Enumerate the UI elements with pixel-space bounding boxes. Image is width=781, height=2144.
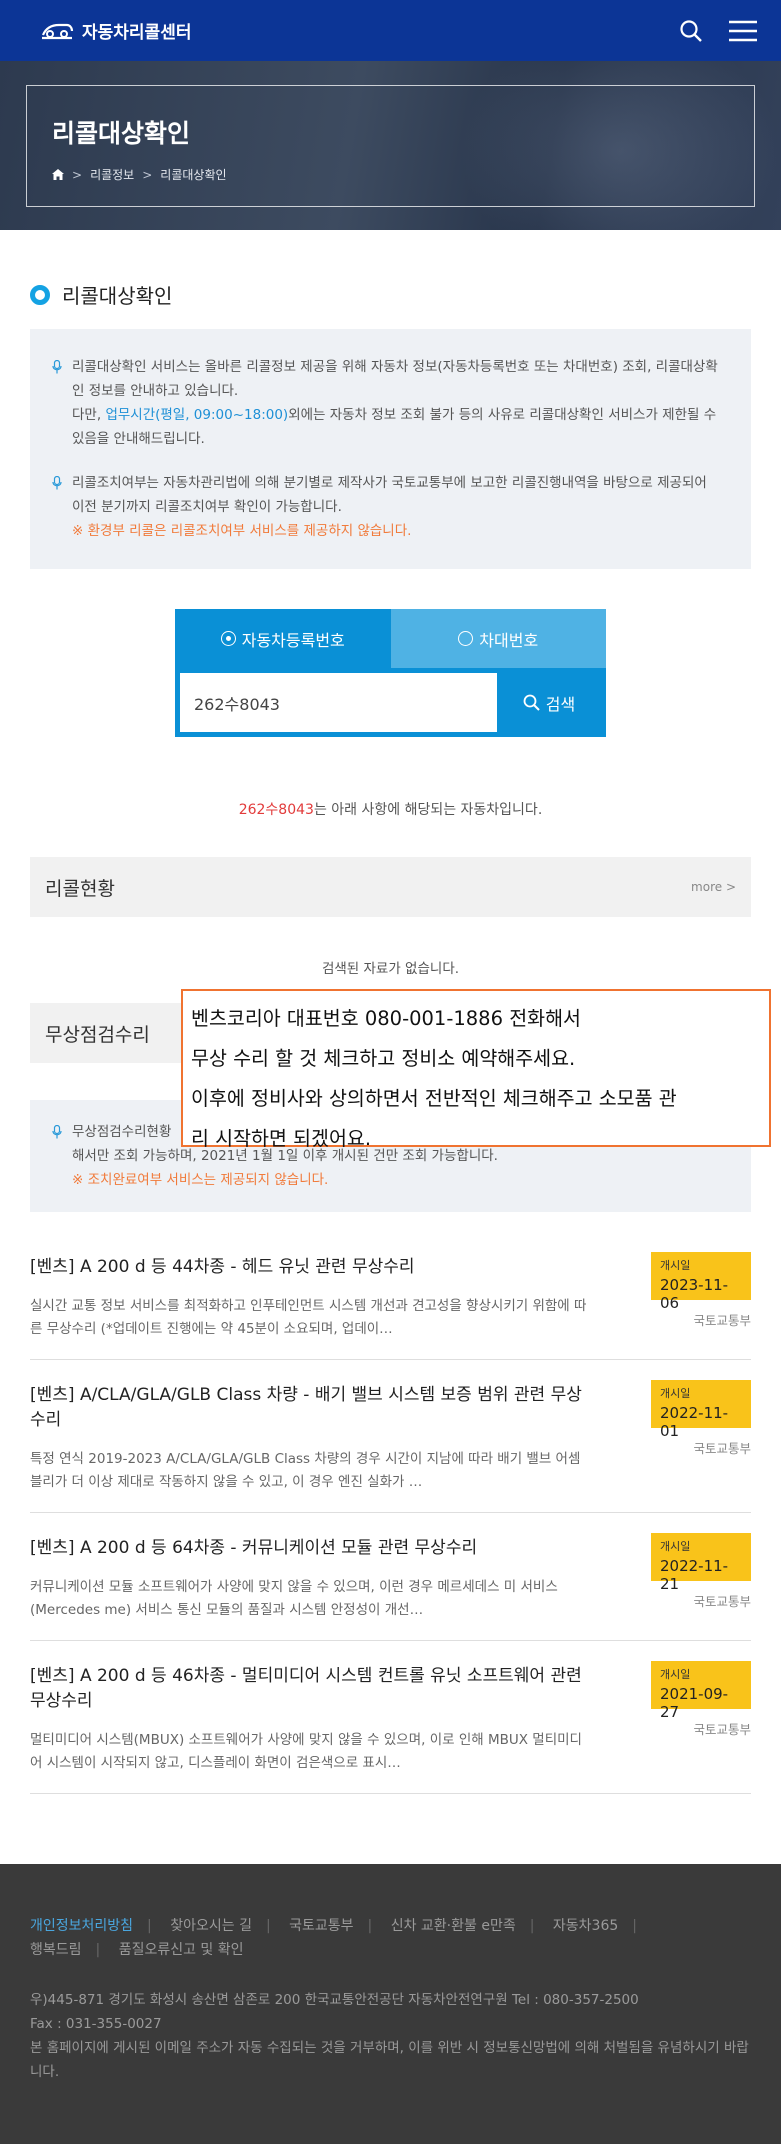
logo-text: 자동차리콜센터 [82,23,192,43]
start-date-badge: 개시일 2022-11-21 [651,1533,751,1593]
warning-text: ※ 조치완료여부 서비스는 제공되지 않습니다. [72,1172,329,1188]
footer-link-car365[interactable]: 자동차365 [553,1918,618,1934]
recall-status-title: 리콜현황 [45,877,115,900]
tab-label: 자동차등록번호 [241,630,345,650]
badge-date: 2021-09-27 [660,1685,729,1721]
start-date-badge: 개시일 2021-09-27 [651,1661,751,1721]
breadcrumb-item[interactable]: 리콜대상확인 [160,166,226,183]
badge-date: 2022-11-21 [660,1557,729,1593]
memo-line: 리 시작하면 되겠어요. [191,1127,372,1150]
business-hours-text: 업무시간(평일, 09:00~18:00) [105,407,289,423]
search-button-label: 검색 [545,694,576,714]
notice-text: 리콜조치여부는 자동차관리법에 의해 분기별로 제작사가 국토교통부에 보고한 … [72,475,707,515]
badge-label: 개시일 [660,1259,691,1272]
badge-label: 개시일 [660,1387,691,1400]
breadcrumb: > 리콜정보 > 리콜대상확인 [52,166,754,183]
footer-link-quality-report[interactable]: 품질오류신고 및 확인 [119,1942,244,1958]
search-icon [523,694,540,711]
search-icon[interactable] [679,19,703,43]
section-heading: 리콜대상확인 [30,280,781,309]
info-notice: 리콜대상확인 서비스는 올바른 리콜정보 제공을 위해 자동차 정보(자동차등록… [30,329,751,569]
microphone-icon [52,360,62,374]
footer-link-happydream[interactable]: 행복드림 [30,1942,82,1958]
item-description: 멀티미디어 시스템(MBUX) 소프트웨어가 사양에 맞지 않을 수 있으며, … [30,1732,582,1771]
footer-link-privacy[interactable]: 개인정보처리방침 [30,1918,133,1934]
start-date-badge: 개시일 2023-11-06 [651,1252,751,1312]
recall-status-header: 리콜현황 more > [30,857,751,917]
result-plate: 262수8043 [238,802,314,818]
item-description: 실시간 교통 정보 서비스를 최적화하고 인푸테인먼트 시스템 개선과 견고성을… [30,1298,587,1337]
item-description: 특정 연식 2019-2023 A/CLA/GLA/GLB Class 차량의 … [30,1451,581,1490]
result-suffix: 는 아래 사항에 해당되는 자동차입니다. [313,802,543,818]
item-title[interactable]: [벤츠] A/CLA/GLA/GLB Class 차량 - 배기 밸브 시스템 … [30,1380,590,1430]
page-title: 리콜대상확인 [52,119,191,148]
free-repair-list: [벤츠] A 200 d 등 44차종 - 헤드 유닛 관련 무상수리 실시간 … [30,1252,751,1794]
item-title[interactable]: [벤츠] A 200 d 등 64차종 - 커뮤니케이션 모듈 관련 무상수리 [30,1533,590,1558]
chevron-right-icon: > [72,167,83,182]
microphone-icon [52,476,62,490]
tab-vin[interactable]: 차대번호 [390,609,606,668]
search-type-tabs: 자동차등록번호 차대번호 [175,609,606,668]
list-item[interactable]: [벤츠] A 200 d 등 64차종 - 커뮤니케이션 모듈 관련 무상수리 … [30,1513,751,1641]
item-organization: 국토교통부 [693,1313,751,1328]
memo-line: 벤츠코리아 대표번호 080-001-1886 전화해서 [191,1007,581,1030]
vehicle-search-box: 자동차등록번호 차대번호 검색 [175,609,606,737]
badge-date: 2022-11-01 [660,1404,729,1440]
notice-paragraph: 리콜조치여부는 자동차관리법에 의해 분기별로 제작사가 국토교통부에 보고한 … [52,471,721,543]
fax-text: Fax : 031-355-0027 [30,2016,162,2032]
list-item[interactable]: [벤츠] A 200 d 등 46차종 - 멀티미디어 시스템 컨트롤 유닛 소… [30,1641,751,1794]
car-logo-icon [41,23,74,39]
item-title[interactable]: [벤츠] A 200 d 등 44차종 - 헤드 유닛 관련 무상수리 [30,1252,590,1277]
list-item[interactable]: [벤츠] A 200 d 등 44차종 - 헤드 유닛 관련 무상수리 실시간 … [30,1252,751,1360]
item-description: 커뮤니케이션 모듈 소프트웨어가 사양에 맞지 않을 수 있으며, 이런 경우 … [30,1579,558,1618]
plate-number-input[interactable] [180,673,497,732]
memo-line: 무상 수리 할 것 체크하고 정비소 예약해주세요. [191,1047,576,1070]
footer-link-directions[interactable]: 찾아오시는 길 [170,1918,252,1934]
radio-unchecked-icon [458,631,474,646]
footer-links: 개인정보처리방침 | 찾아오시는 길 | 국토교통부 | 신차 교환·환불 e만족 | … [30,1918,637,1958]
chevron-right-icon: > [142,167,153,182]
free-repair-title: 무상점검수리 [45,1023,150,1046]
more-link[interactable]: more > [691,880,736,894]
item-organization: 국토교통부 [693,1722,751,1737]
warning-text: ※ 환경부 리콜은 리콜조치여부 서비스를 제공하지 않습니다. [72,523,412,539]
site-footer: 개인정보처리방침 | 찾아오시는 길 | 국토교통부 | 신차 교환·환불 e만족 | … [0,1864,781,2144]
radio-checked-icon [220,631,236,646]
top-navbar: 자동차리콜센터 [0,0,781,61]
list-item[interactable]: [벤츠] A/CLA/GLA/GLB Class 차량 - 배기 밸브 시스템 … [30,1360,751,1513]
item-organization: 국토교통부 [693,1594,751,1609]
address-text: 우)445-871 경기도 화성시 송산면 삼존로 200 한국교통안전공단 자… [30,1992,639,2008]
memo-overlay: 벤츠코리아 대표번호 080-001-1886 전화해서 무상 수리 할 것 체… [181,989,771,1150]
search-button[interactable]: 검색 [497,673,601,732]
bullet-circle-icon [30,284,50,305]
start-date-badge: 개시일 2022-11-01 [651,1380,751,1440]
item-organization: 국토교통부 [693,1441,751,1456]
item-title[interactable]: [벤츠] A 200 d 등 46차종 - 멀티미디어 시스템 컨트롤 유닛 소… [30,1661,590,1711]
notice-text: 다만, [72,407,106,423]
tab-registration-number[interactable]: 자동차등록번호 [175,609,391,668]
result-message: 262수8043는 아래 사항에 해당되는 자동차입니다. [0,799,781,819]
page-hero: 리콜대상확인 > 리콜정보 > 리콜대상확인 [0,61,781,230]
empty-result-text: 검색된 자료가 없습니다. [321,961,460,977]
footer-link-molit[interactable]: 국토교통부 [289,1918,353,1934]
hero-frame: 리콜대상확인 > 리콜정보 > 리콜대상확인 [26,85,755,207]
notice-paragraph: 리콜대상확인 서비스는 올바른 리콜정보 제공을 위해 자동차 정보(자동차등록… [52,355,721,451]
tab-label: 차대번호 [479,630,539,650]
notice-text: 무상점검수리현황 [72,1124,172,1140]
breadcrumb-item[interactable]: 리콜정보 [90,166,134,183]
menu-icon[interactable] [729,20,757,42]
email-policy-text: 본 홈페이지에 게시된 이메일 주소가 자동 수집되는 것을 거부하며, 이를 … [30,2040,749,2080]
footer-address: 우)445-871 경기도 화성시 송산면 삼존로 200 한국교통안전공단 자… [30,1988,751,2084]
search-row: 검색 [175,668,606,737]
footer-link-lemon[interactable]: 신차 교환·환불 e만족 [391,1918,516,1934]
section-title: 리콜대상확인 [62,284,173,308]
badge-label: 개시일 [660,1668,691,1681]
notice-text: 리콜대상확인 서비스는 올바른 리콜정보 제공을 위해 자동차 정보(자동차등록… [72,359,718,399]
badge-date: 2023-11-06 [660,1276,729,1312]
home-icon[interactable] [52,169,64,180]
badge-label: 개시일 [660,1540,691,1553]
microphone-icon [52,1125,62,1139]
site-logo[interactable]: 자동차리콜센터 [40,18,191,43]
memo-line: 이후에 정비사와 상의하면서 전반적인 체크해주고 소모품 관 [191,1087,677,1110]
